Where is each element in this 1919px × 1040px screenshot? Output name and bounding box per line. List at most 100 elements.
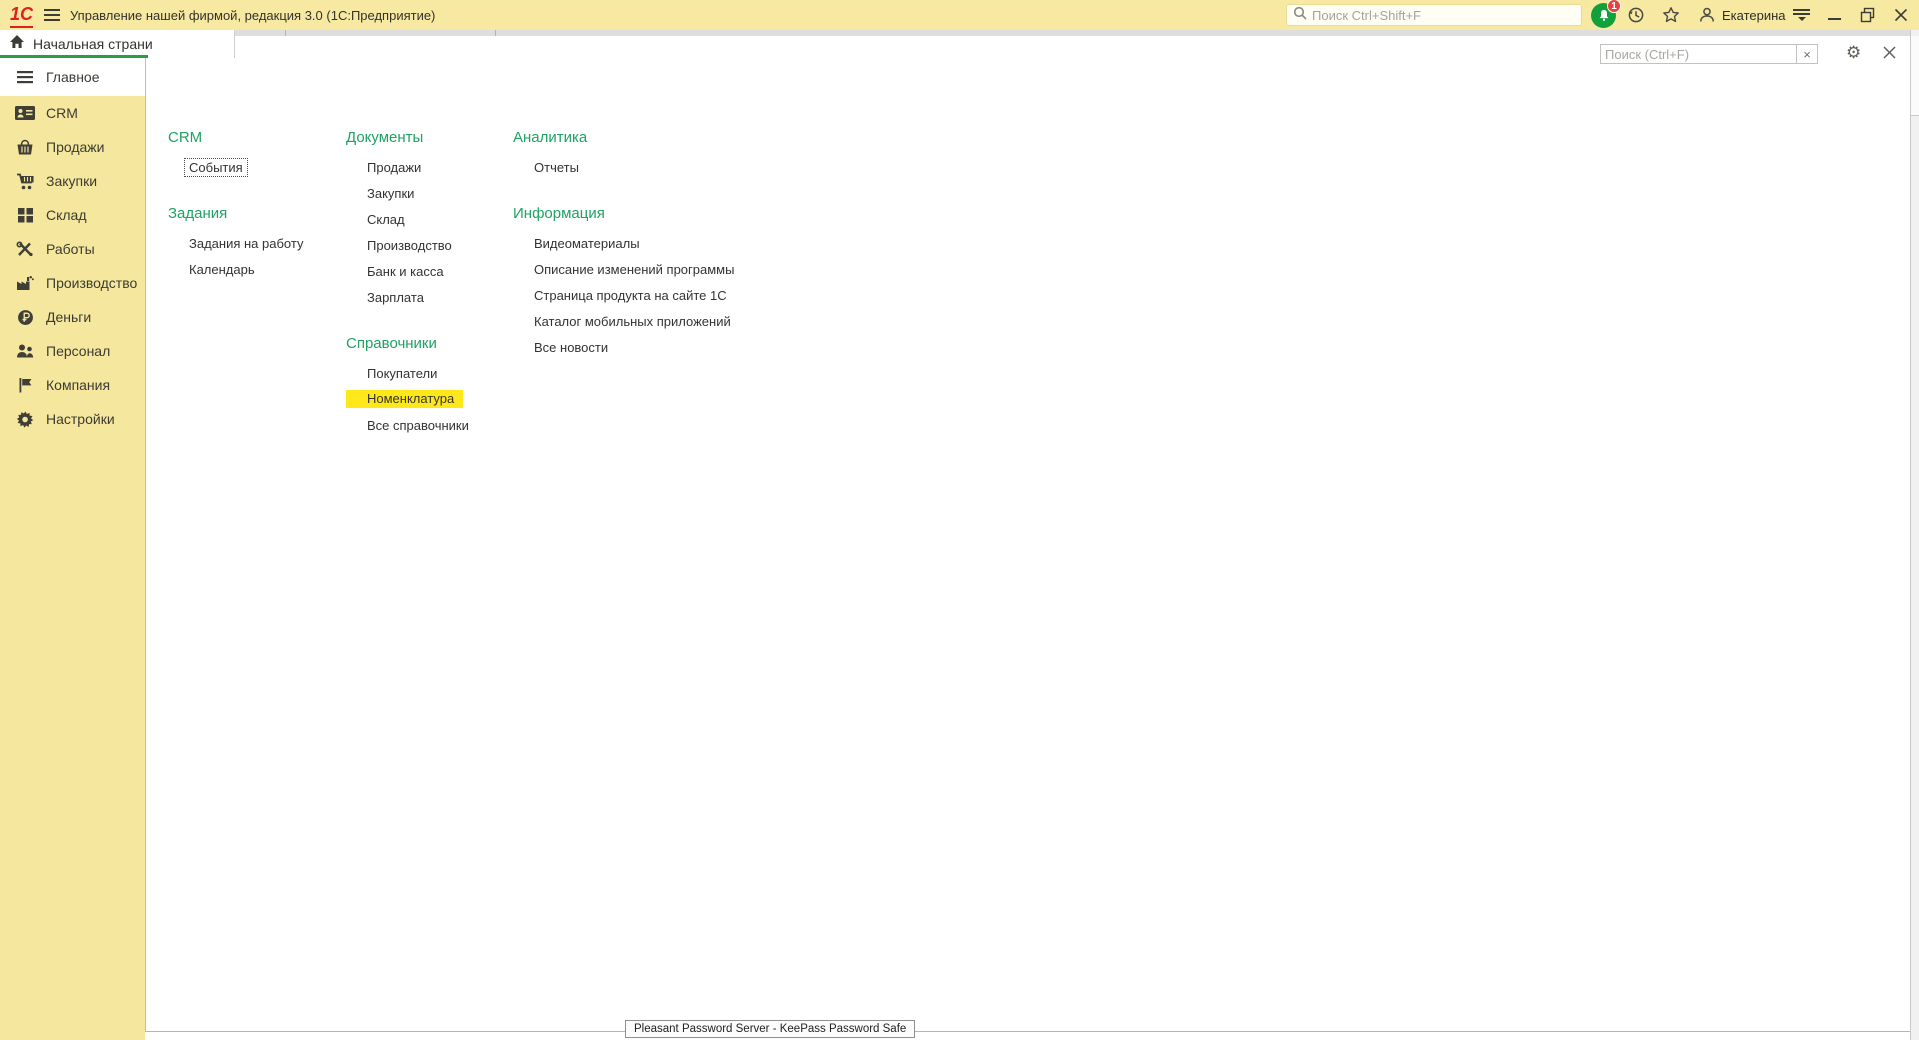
- sidebar-item-label: CRM: [46, 105, 78, 121]
- panel-close-icon[interactable]: [1882, 45, 1897, 60]
- menu-section: ЗаданияЗадания на работуКалендарь: [168, 204, 338, 282]
- menu-search-input[interactable]: [1605, 47, 1792, 62]
- money-icon: [15, 309, 35, 326]
- sidebar-item-label: Компания: [46, 377, 110, 393]
- home-icon: [9, 34, 25, 54]
- menu-column: Документы Продажи Закупки Склад Производство…: [346, 128, 508, 462]
- sidebar-item-production[interactable]: Производство: [0, 266, 145, 300]
- menu-item-label: Банк и касса: [367, 264, 444, 279]
- menu-section-title: CRM: [168, 128, 338, 148]
- sidebar-item-money[interactable]: Деньги: [0, 300, 145, 334]
- menu-item[interactable]: Номенклатура: [346, 386, 508, 412]
- menu-item[interactable]: Зарплата: [346, 284, 508, 310]
- menu-item-label: Задания на работу: [189, 236, 303, 251]
- close-icon[interactable]: [1893, 7, 1909, 23]
- staff-icon: [15, 343, 35, 360]
- search-clear-icon[interactable]: ×: [1796, 44, 1818, 64]
- function-menu-panel: × ⚙ CRMСобытияЗаданияЗадания на работуКа…: [145, 36, 1910, 1032]
- menu-item-label: Видеоматериалы: [534, 236, 640, 251]
- sidebar-item-label: Персонал: [46, 343, 110, 359]
- menu-section: ИнформацияВидеоматериалыОписание изменен…: [513, 204, 813, 360]
- app-window: 1С Управление нашей фирмой, редакция 3.0…: [0, 0, 1919, 1040]
- menu-item-label: События: [184, 158, 248, 177]
- restore-icon[interactable]: [1860, 7, 1876, 23]
- works-icon: [15, 241, 35, 258]
- menu-item-label: Покупатели: [367, 366, 437, 381]
- user-icon[interactable]: [1698, 6, 1716, 24]
- sidebar-item-purchases[interactable]: Закупки: [0, 164, 145, 198]
- menu-item[interactable]: События: [168, 154, 338, 180]
- sidebar-item-menu[interactable]: Главное: [0, 58, 145, 96]
- 1c-logo: 1С: [10, 2, 33, 28]
- menu-item[interactable]: Производство: [346, 232, 508, 258]
- menu-item-label: Все справочники: [367, 418, 469, 433]
- window-titlebar: 1С Управление нашей фирмой, редакция 3.0…: [0, 0, 1919, 30]
- sidebar-item-label: Продажи: [46, 139, 104, 155]
- menu-item[interactable]: Все справочники: [346, 412, 508, 438]
- menu-item-label: Отчеты: [534, 160, 579, 175]
- menu-item-label: Все новости: [534, 340, 608, 355]
- menu-item[interactable]: Календарь: [168, 256, 338, 282]
- global-search-input[interactable]: [1312, 8, 1562, 23]
- scrollbar-thumb[interactable]: [1911, 36, 1919, 116]
- menu-item-label: Производство: [367, 238, 452, 253]
- favorites-star-icon[interactable]: [1662, 6, 1680, 24]
- sidebar-item-company[interactable]: Компания: [0, 368, 145, 402]
- menu-item[interactable]: Страница продукта на сайте 1С: [513, 282, 813, 308]
- sidebar-item-label: Главное: [46, 69, 100, 85]
- menu-item[interactable]: Банк и касса: [346, 258, 508, 284]
- menu-item[interactable]: Склад: [346, 206, 508, 232]
- menu-item-label: Номенклатура: [346, 390, 463, 408]
- search-icon: [1293, 6, 1307, 25]
- main-menu-icon[interactable]: [44, 9, 60, 21]
- global-search[interactable]: [1286, 4, 1582, 26]
- window-scrollbar[interactable]: [1910, 30, 1919, 1040]
- taskbar-tooltip: Pleasant Password Server - KeePass Passw…: [625, 1020, 915, 1038]
- menu-item[interactable]: Все новости: [513, 334, 813, 360]
- menu-item[interactable]: Покупатели: [346, 360, 508, 386]
- menu-item[interactable]: Закупки: [346, 180, 508, 206]
- menu-item[interactable]: Отчеты: [513, 154, 813, 180]
- menu-item[interactable]: Каталог мобильных приложений: [513, 308, 813, 334]
- history-icon[interactable]: [1627, 6, 1645, 24]
- sidebar-item-sales[interactable]: Продажи: [0, 130, 145, 164]
- menu-column: Аналитика Отчеты ИнформацияВидеоматериалыО…: [513, 128, 813, 384]
- menu-item-label: Зарплата: [367, 290, 424, 305]
- sidebar-item-label: Закупки: [46, 173, 97, 189]
- menu-item[interactable]: Задания на работу: [168, 230, 338, 256]
- menu-item-label: Продажи: [367, 160, 421, 175]
- notification-badge: 1: [1607, 0, 1621, 13]
- menu-item-label: Описание изменений программы: [534, 262, 734, 277]
- sidebar-item-crm[interactable]: CRM: [0, 96, 145, 130]
- menu-item[interactable]: Видеоматериалы: [513, 230, 813, 256]
- gear-icon[interactable]: ⚙: [1846, 43, 1861, 63]
- sidebar-item-label: Деньги: [46, 309, 91, 325]
- menu-column: CRMСобытияЗаданияЗадания на работуКаленд…: [168, 128, 338, 306]
- menu-search[interactable]: [1600, 44, 1797, 64]
- service-menu-icon[interactable]: [1793, 9, 1810, 22]
- menu-section: CRM События: [168, 128, 338, 180]
- menu-item-label: Закупки: [367, 186, 414, 201]
- menu-section-title: Документы: [346, 128, 508, 148]
- sidebar-item-staff[interactable]: Персонал: [0, 334, 145, 368]
- sidebar-item-settings[interactable]: Настройки: [0, 402, 145, 436]
- menu-item[interactable]: Описание изменений программы: [513, 256, 813, 282]
- sidebar-item-works[interactable]: Работы: [0, 232, 145, 266]
- warehouse-icon: [15, 207, 35, 224]
- sidebar-item-label: Работы: [46, 241, 95, 257]
- sales-icon: [15, 139, 35, 156]
- company-icon: [15, 377, 35, 394]
- crm-icon: [15, 105, 35, 122]
- minimize-icon[interactable]: [1828, 18, 1841, 20]
- menu-item-label: Склад: [367, 212, 405, 227]
- sidebar-item-warehouse[interactable]: Склад: [0, 198, 145, 232]
- menu-section-title: Аналитика: [513, 128, 813, 148]
- current-user-name[interactable]: Екатерина: [1722, 0, 1786, 30]
- menu-item[interactable]: Продажи: [346, 154, 508, 180]
- production-icon: [15, 275, 35, 292]
- menu-item-label: Каталог мобильных приложений: [534, 314, 731, 329]
- notifications-bell-icon[interactable]: 1: [1591, 2, 1618, 29]
- tab-home-page[interactable]: Начальная страни: [0, 30, 235, 58]
- purchases-icon: [15, 173, 35, 190]
- menu-item-label: Календарь: [189, 262, 255, 277]
